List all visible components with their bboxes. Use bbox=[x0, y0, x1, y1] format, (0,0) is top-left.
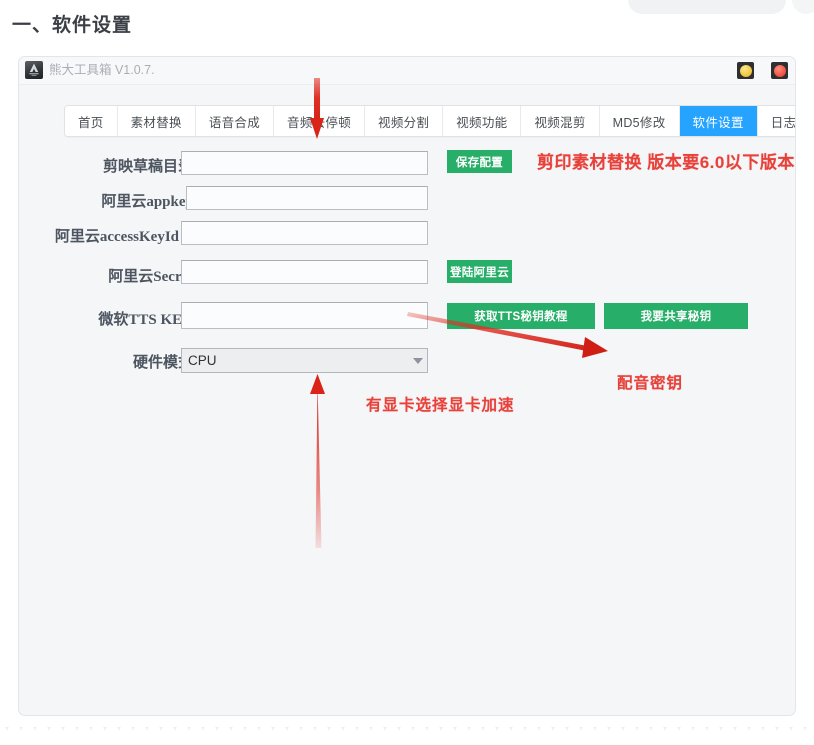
chevron-down-icon bbox=[413, 357, 423, 364]
tts-tutorial-button[interactable]: 获取TTS秘钥教程 bbox=[447, 303, 595, 329]
annotation-version-note: 剪印素材替换 版本要6.0以下版本 bbox=[537, 153, 795, 172]
window-titlebar[interactable]: 熊大工具箱 V1.0.7. bbox=[19, 57, 795, 85]
tab-video-split[interactable]: 视频分割 bbox=[365, 106, 444, 136]
tab-material-replace[interactable]: 素材替换 bbox=[117, 106, 196, 136]
label-aliyun-accesskeyid: 阿里云accessKeyId bbox=[54, 229, 179, 245]
annotation-voice-note: 配音密钥 bbox=[617, 375, 684, 392]
save-config-button[interactable]: 保存配置 bbox=[447, 150, 512, 173]
tab-audio-depause[interactable]: 音频去停顿 bbox=[274, 106, 366, 136]
label-aliyun-secret: 阿里云Secret bbox=[108, 269, 193, 285]
input-microsoft-tts-key[interactable] bbox=[181, 302, 428, 329]
label-aliyun-appkey: 阿里云appkey bbox=[101, 194, 193, 210]
tab-software-settings[interactable]: 软件设置 bbox=[679, 106, 758, 136]
input-aliyun-appkey[interactable] bbox=[186, 186, 428, 210]
tab-home[interactable]: 首页 bbox=[65, 106, 118, 136]
close-icon bbox=[773, 64, 786, 77]
input-aliyun-secret[interactable] bbox=[181, 260, 428, 284]
close-button[interactable] bbox=[771, 62, 788, 79]
tab-bar: 首页 素材替换 语音合成 音频去停顿 视频分割 视频功能 视频混剪 MD5修改 … bbox=[64, 105, 795, 137]
annotation-gpu-note: 有显卡选择显卡加速 bbox=[366, 397, 515, 414]
select-hardware-mode[interactable]: CPU bbox=[181, 348, 428, 373]
toolbar-avatar bbox=[792, 0, 814, 14]
label-microsoft-tts-key: 微软TTS KEY bbox=[98, 312, 193, 328]
screenshot-root: 一、软件设置 熊大工具箱 V1.0.7. 首页 素材替换 语音合成 音频去停顿 … bbox=[0, 0, 814, 745]
app-logo-icon bbox=[25, 61, 43, 79]
select-hardware-mode-value: CPU bbox=[188, 353, 217, 368]
minimize-icon bbox=[739, 64, 752, 77]
top-toolbar-remnant bbox=[628, 0, 786, 14]
label-hardware-mode: 硬件模式 bbox=[132, 355, 193, 371]
tab-log[interactable]: 日志 bbox=[757, 106, 795, 136]
label-draft-directory: 剪映草稿目录 bbox=[102, 159, 193, 175]
tab-md5-modify[interactable]: MD5修改 bbox=[599, 106, 680, 136]
tab-voice-synthesis[interactable]: 语音合成 bbox=[195, 106, 275, 136]
scalloped-bottom-edge bbox=[0, 727, 814, 745]
login-aliyun-button[interactable]: 登陆阿里云 bbox=[447, 260, 512, 283]
page-title: 一、软件设置 bbox=[12, 15, 133, 36]
input-draft-directory[interactable] bbox=[181, 151, 428, 175]
input-aliyun-accesskeyid[interactable] bbox=[181, 221, 428, 245]
window-title: 熊大工具箱 V1.0.7. bbox=[49, 63, 155, 77]
share-key-button[interactable]: 我要共享秘钥 bbox=[604, 303, 748, 329]
minimize-button[interactable] bbox=[737, 62, 754, 79]
tab-video-mix[interactable]: 视频混剪 bbox=[521, 106, 600, 136]
tab-video-features[interactable]: 视频功能 bbox=[443, 106, 522, 136]
